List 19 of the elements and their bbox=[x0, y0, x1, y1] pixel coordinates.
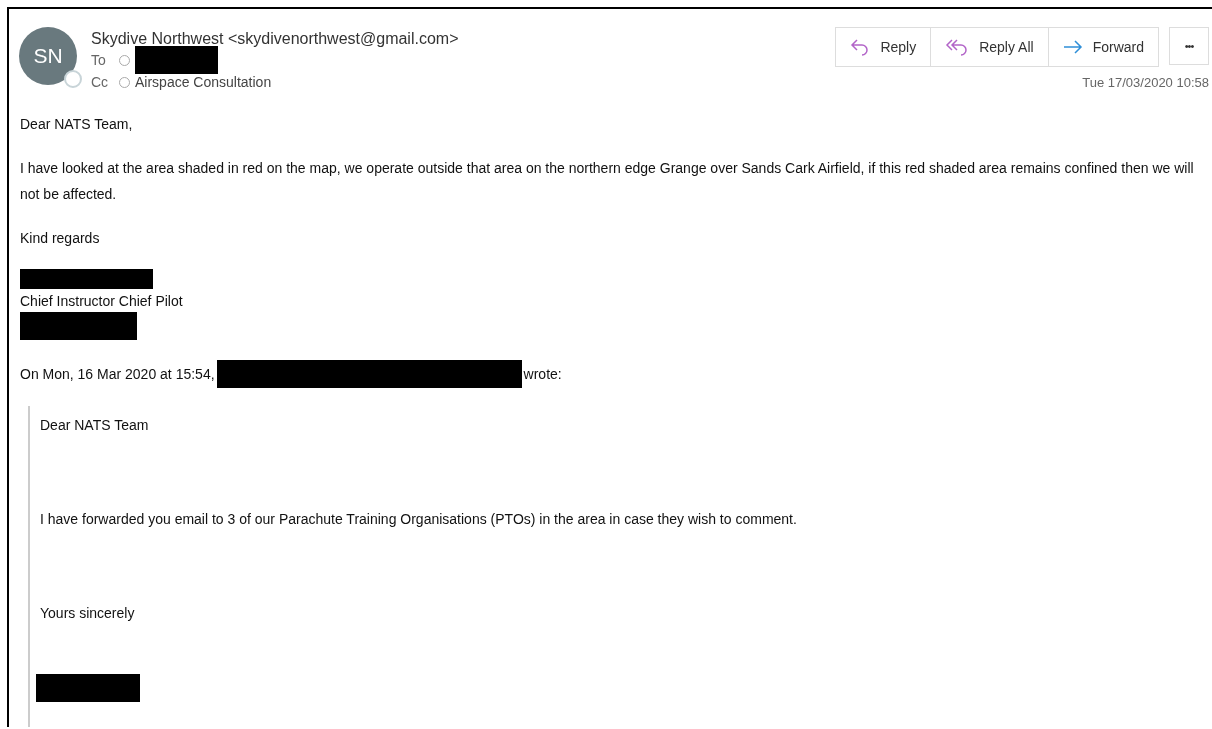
body-paragraph: Dear NATS Team, bbox=[20, 115, 134, 134]
body-paragraph: Kind regards bbox=[20, 229, 101, 248]
message-date: Tue 17/03/2020 10:58 bbox=[1082, 75, 1209, 90]
reply-all-arrow-icon bbox=[945, 38, 970, 56]
forward-arrow-icon bbox=[1062, 38, 1083, 56]
recipient-label: To bbox=[91, 52, 107, 68]
reply-arrow-icon bbox=[850, 38, 871, 56]
signature-line: Chief Instructor Chief Pilot bbox=[20, 292, 184, 311]
sender-name: Skydive Northwest <skydivenorthwest@gmail.com> bbox=[91, 29, 460, 49]
recipient-name[interactable]: Airspace Consultation bbox=[135, 74, 272, 90]
body-paragraph: Dear NATS Team bbox=[40, 416, 150, 435]
avatar-initials: SN bbox=[33, 44, 63, 68]
body-paragraph: I have forwarded you email to 3 of our Parachute Training Organisations (PTOs) in the area in case they wish to comment. bbox=[40, 510, 798, 529]
body-paragraph: Yours sincerely bbox=[40, 604, 136, 623]
attribution-text: wrote: bbox=[523, 366, 562, 382]
body-paragraph: I have looked at the area shaded in red on the map, we operate outside that area on the northern edge Grange over Sands Cark Airfield, if this red shaded area remains confined then we will not be affected. bbox=[20, 159, 1195, 204]
attribution-text: On Mon, 16 Mar 2020 at 15:54, bbox=[20, 366, 215, 382]
more-button[interactable]: ••• bbox=[1169, 27, 1209, 65]
recipient-label: Cc bbox=[91, 74, 110, 90]
